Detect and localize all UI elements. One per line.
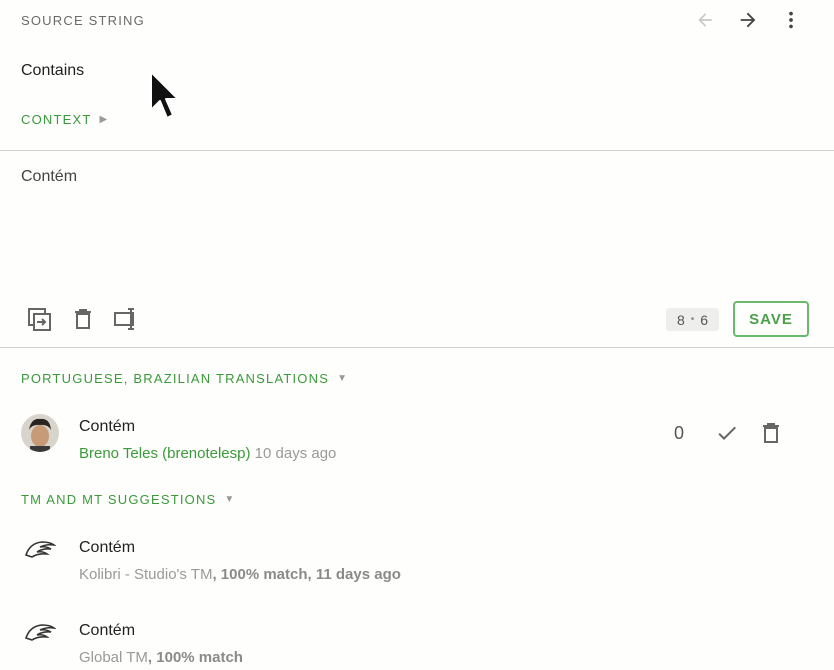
source-string-text: Contains: [21, 62, 85, 79]
translation-text: Contém: [79, 418, 136, 435]
counter-source-length: 6: [700, 311, 709, 328]
suggestion-source: Kolibri - Studio's TM: [79, 566, 213, 583]
triangle-right-icon: ▶: [99, 114, 108, 125]
copy-source-icon: [28, 308, 51, 331]
clear-translation-button[interactable]: [69, 305, 97, 333]
translation-author-link[interactable]: Breno Teles (brenotelesp): [79, 445, 251, 462]
special-characters-button[interactable]: [112, 305, 140, 333]
triangle-down-icon: ▼: [224, 494, 235, 505]
avatar: [21, 414, 59, 452]
translation-editor[interactable]: Contém: [21, 168, 77, 186]
tm-source-icon: [24, 620, 57, 649]
suggestion-text[interactable]: Contém: [79, 622, 135, 640]
tm-source-icon: [24, 537, 57, 566]
divider: [0, 150, 834, 151]
previous-string-button[interactable]: [692, 8, 718, 32]
character-counter: 8 • 6: [666, 308, 719, 331]
more-menu-button[interactable]: [778, 8, 804, 32]
translations-heading: Portuguese, Brazilian translations: [21, 371, 330, 386]
trash-icon: [763, 423, 779, 443]
check-icon: [718, 426, 736, 440]
trash-icon: [75, 309, 91, 329]
arrow-right-icon: [740, 12, 756, 28]
suggestion-meta: Kolibri - Studio's TM, 100% match, 11 da…: [79, 566, 401, 583]
copy-source-button[interactable]: [25, 305, 53, 333]
suggestion-source: Global TM: [79, 649, 148, 666]
counter-translation-length: 8: [676, 311, 685, 328]
context-toggle[interactable]: Context ▶: [21, 112, 107, 127]
translation-time: 10 days ago: [254, 445, 337, 462]
translations-section-toggle[interactable]: Portuguese, Brazilian translations ▼: [21, 371, 347, 386]
suggestions-heading: TM and MT suggestions: [21, 492, 217, 507]
triangle-down-icon: ▼: [337, 373, 347, 384]
approve-button[interactable]: [713, 419, 741, 447]
save-button[interactable]: Save: [733, 301, 809, 337]
source-string-label: Source string: [21, 13, 145, 28]
more-vertical-icon: [789, 11, 793, 29]
suggestion-match: , 100% match, 11 days ago: [212, 566, 401, 583]
mouse-cursor-icon: [150, 71, 179, 119]
delete-translation-button[interactable]: [757, 419, 785, 447]
suggestion-meta: Global TM, 100% match: [79, 649, 243, 666]
arrow-left-icon: [698, 13, 712, 27]
suggestions-section-toggle[interactable]: TM and MT suggestions ▼: [21, 492, 234, 507]
context-label: Context: [21, 112, 92, 127]
translation-meta: Breno Teles (brenotelesp) 10 days ago: [79, 445, 336, 462]
vote-count: 0: [674, 423, 685, 443]
special-characters-icon: [114, 308, 134, 330]
next-string-button[interactable]: [735, 8, 761, 32]
counter-separator: •: [690, 314, 695, 325]
divider: [0, 347, 834, 348]
suggestion-text[interactable]: Contém: [79, 539, 135, 557]
suggestion-match: , 100% match: [147, 649, 243, 666]
